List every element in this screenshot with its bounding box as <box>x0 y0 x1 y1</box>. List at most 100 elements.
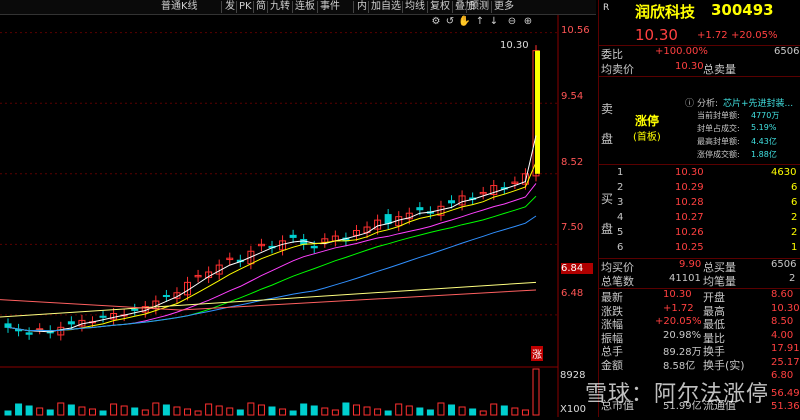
candle-body <box>384 214 392 225</box>
bid-price[interactable]: 10.26 <box>675 227 704 238</box>
tab-ma[interactable]: 均线 <box>404 0 426 14</box>
volume-bar <box>458 406 466 416</box>
tab-inner[interactable]: 内 <box>356 0 368 14</box>
volume-bar <box>215 405 223 416</box>
bid-price[interactable]: 10.27 <box>675 212 704 223</box>
analysis-value[interactable]: 芯片+先进封装... <box>723 96 793 109</box>
volume-bar <box>205 403 213 416</box>
volume-bar <box>352 404 360 416</box>
sell-side-label: 卖 <box>601 102 614 116</box>
avg-orders-value: 2 <box>789 273 796 284</box>
seal-label: 最高封单额: <box>697 137 740 146</box>
tab-normal-kline[interactable]: 普通K线 <box>160 0 199 14</box>
bid-level: 1 <box>617 167 624 178</box>
kline-chart[interactable] <box>0 15 596 417</box>
add-watchlist-button[interactable]: 加自选 <box>370 0 402 14</box>
volume-bar <box>110 403 118 416</box>
avg-sell-label: 均卖价 <box>601 63 634 76</box>
price-change: +1.72 <box>697 30 728 41</box>
ma30-line <box>7 195 537 332</box>
tab-forecast[interactable]: 预测 <box>468 0 490 14</box>
limit-up-sub: (首板) <box>633 132 661 143</box>
stat-label-2: 换手(实) <box>703 358 745 372</box>
seal-label: 当前封单额: <box>697 111 740 120</box>
ma20-line <box>7 183 537 332</box>
volume-bar <box>268 406 276 416</box>
volume-bar <box>511 407 519 416</box>
more-menu[interactable]: 更多 <box>493 0 515 14</box>
bid-volume: 2 <box>791 227 798 238</box>
tab-simple[interactable]: 简 <box>255 0 267 14</box>
volume-bar <box>120 405 128 416</box>
volume-bar <box>4 410 12 416</box>
bid-price[interactable]: 10.28 <box>675 197 704 208</box>
bid-volume: 4630 <box>771 167 797 178</box>
info-icon[interactable]: ⓘ <box>685 96 694 109</box>
volume-bar <box>36 407 44 416</box>
stock-code: 300493 <box>711 1 774 19</box>
stat-value: 8.58亿 <box>663 360 696 372</box>
volume-bar <box>78 406 86 416</box>
seal-value: 5.19% <box>751 123 777 132</box>
stat-value: +20.05% <box>655 316 702 327</box>
candle-body <box>25 332 33 335</box>
seal-label: 涨停成交额: <box>697 150 740 159</box>
volume-bar <box>173 406 181 416</box>
weibi-value: +100.00% <box>655 46 708 57</box>
volume-bar <box>479 410 487 416</box>
total-orders-value: 41101 <box>669 273 701 284</box>
volume-bar <box>300 403 308 416</box>
volume-bar <box>426 409 434 416</box>
bid-volume: 1 <box>791 242 798 253</box>
tab-adjust[interactable]: 复权 <box>429 0 451 14</box>
candle-body <box>416 207 424 211</box>
volume-bar <box>469 408 477 416</box>
stat-value-2: 51.36亿 <box>771 401 800 412</box>
stat-value-2: 17.91% <box>771 343 800 354</box>
volume-bar <box>67 404 75 416</box>
volume-bar <box>99 410 107 416</box>
bid-price[interactable]: 10.29 <box>675 182 704 193</box>
volume-bar <box>490 403 498 416</box>
bid-level: 2 <box>617 182 624 193</box>
candle-body <box>67 321 75 325</box>
kline-svg <box>0 15 559 417</box>
avg-buy-value: 9.90 <box>679 259 702 270</box>
total-orders-label: 总笔数 <box>601 275 634 288</box>
tab-fa[interactable]: 发 <box>224 0 236 14</box>
bid-level: 4 <box>617 212 624 223</box>
candle-body <box>4 323 12 328</box>
volume-bar <box>25 405 33 416</box>
stat-value-2: 6.80 <box>771 370 794 381</box>
sell-side-label: 盘 <box>601 132 614 146</box>
bid-price[interactable]: 10.30 <box>675 167 704 178</box>
weibi-label: 委比 <box>601 48 623 61</box>
volume-bar <box>321 407 329 416</box>
quote-panel: R 润欣科技 300493 10.30 +1.72 +20.05% 委比 +10… <box>598 0 800 417</box>
seal-value: 1.88亿 <box>751 150 777 159</box>
y-tick-label: 7.50 <box>561 222 584 233</box>
volume-bar <box>279 408 287 416</box>
volume-bar <box>131 407 139 416</box>
buy-side-label: 买 <box>601 192 614 206</box>
candle-body <box>99 315 107 318</box>
stock-name: 润欣科技 <box>635 3 696 21</box>
seal-label: 封单占成交: <box>697 124 740 133</box>
volume-bar <box>236 409 244 416</box>
tab-jiuzhuan[interactable]: 九转 <box>269 0 291 14</box>
tab-lianban[interactable]: 连板 <box>294 0 316 14</box>
volume-bar <box>194 410 202 416</box>
weibi-right: 6506 <box>774 46 800 57</box>
volume-bar <box>247 402 255 416</box>
candle-body <box>162 295 170 298</box>
stat-value-2: 8.60 <box>771 289 794 300</box>
candle-body <box>36 328 44 331</box>
bid-level: 5 <box>617 227 624 238</box>
tab-pk[interactable]: PK <box>238 0 253 14</box>
volume-bar <box>521 409 529 416</box>
volume-bar <box>289 410 297 416</box>
bid-price[interactable]: 10.25 <box>675 242 704 253</box>
limit-up-badge: 涨停 <box>635 114 660 128</box>
candle-body <box>448 200 456 204</box>
tab-events[interactable]: 事件 <box>319 0 341 14</box>
